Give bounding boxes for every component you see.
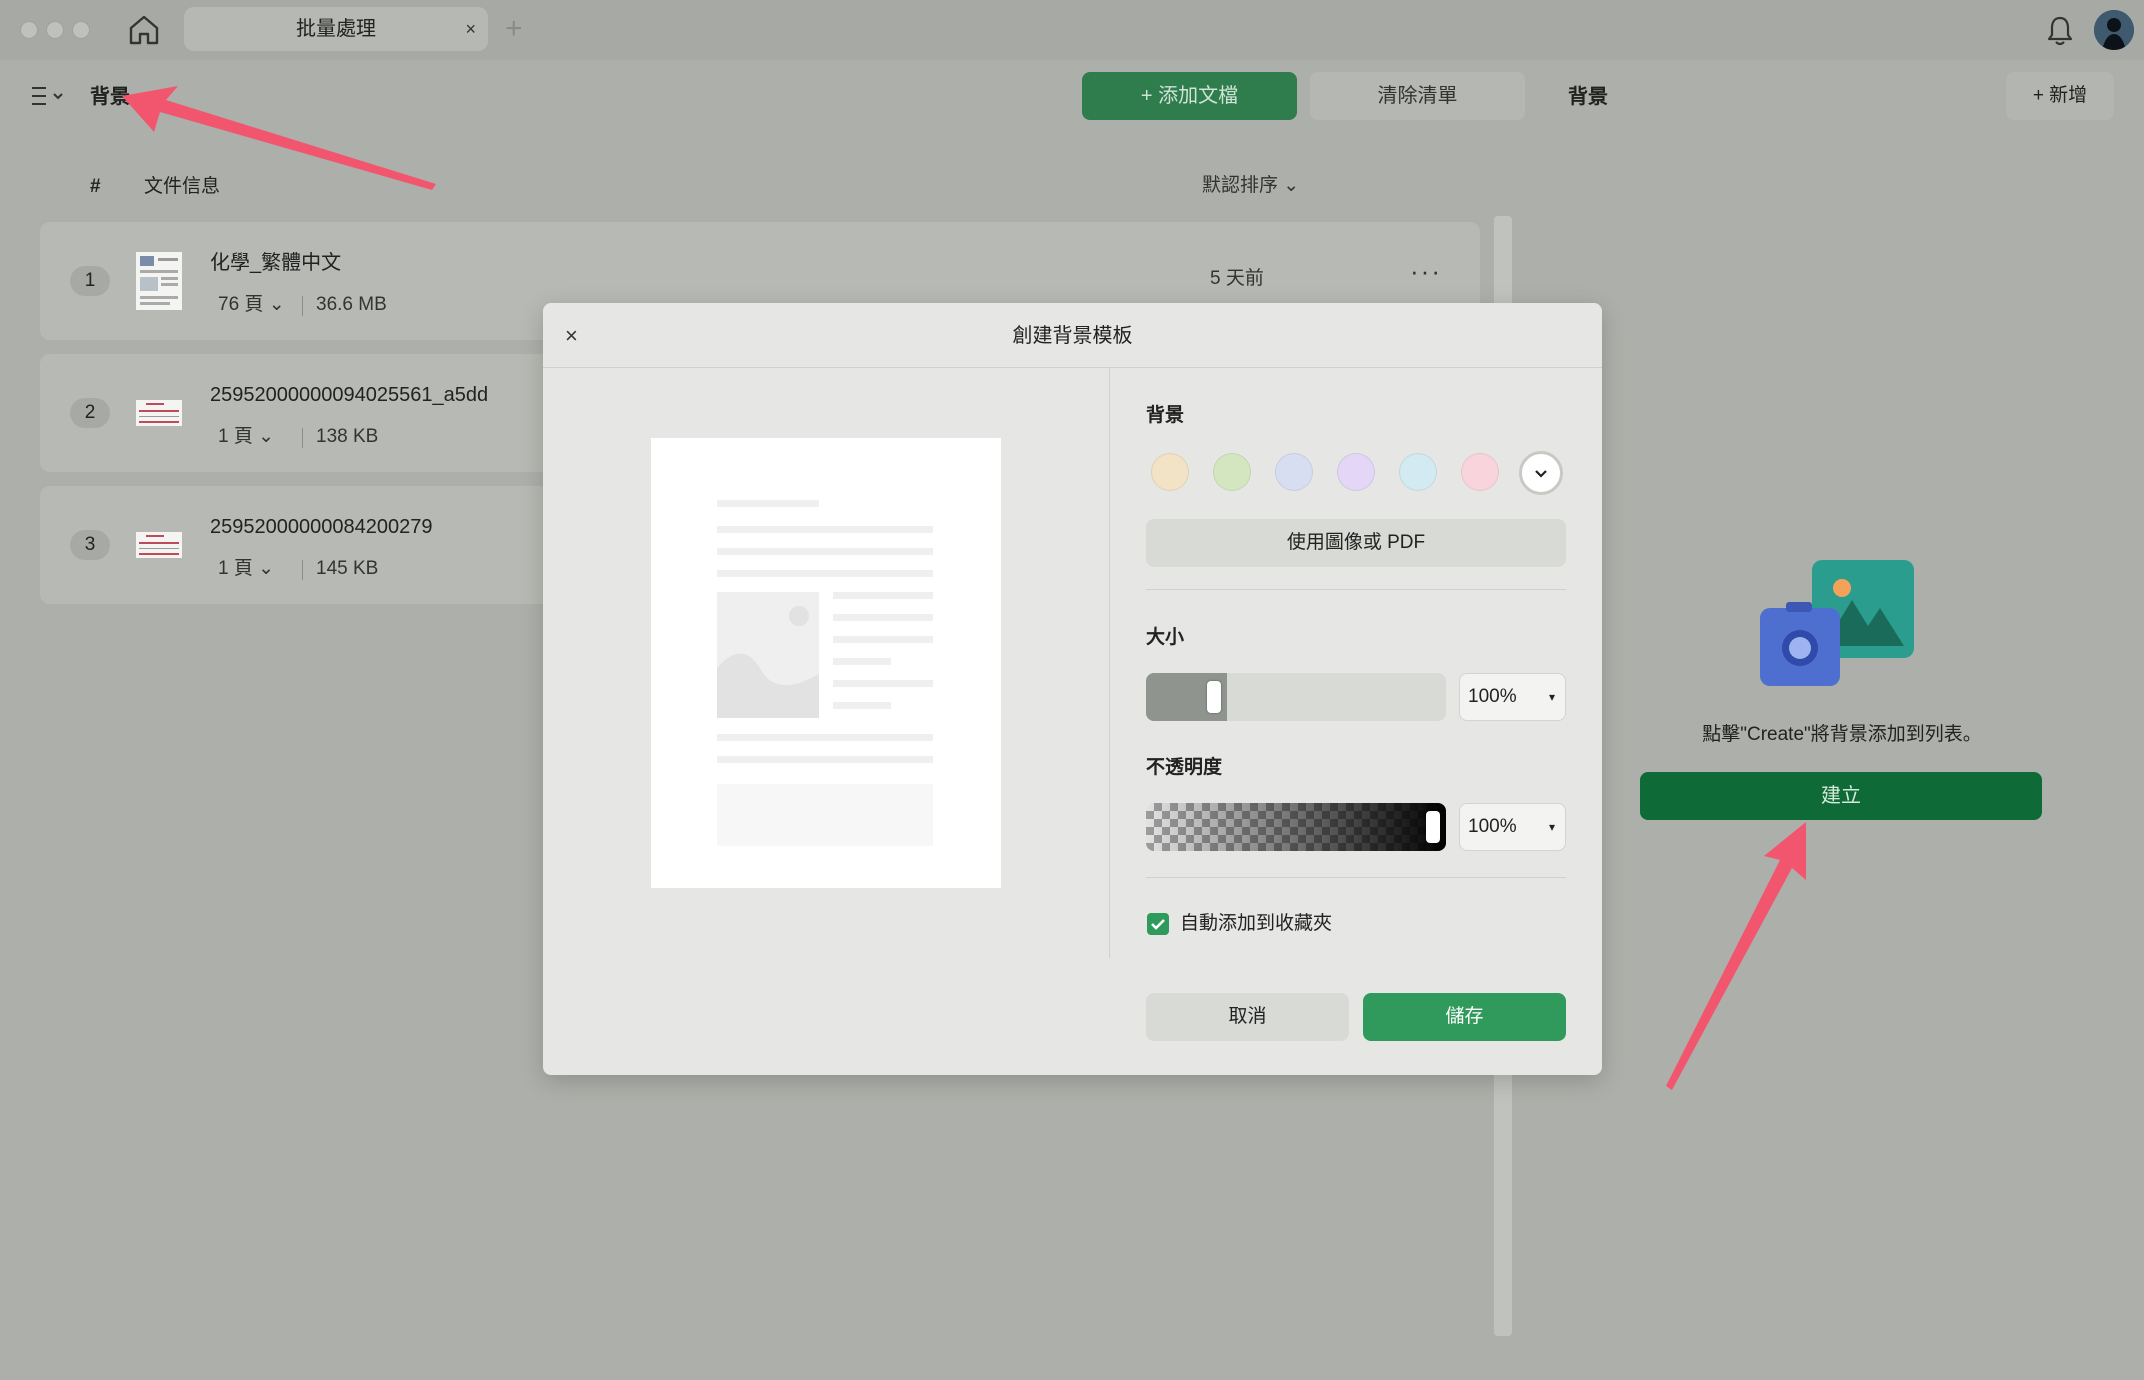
use-image-or-pdf-button[interactable]: 使用圖像或 PDF [1146,519,1566,567]
tab-close-icon[interactable]: × [465,7,476,51]
file-size: 36.6 MB [316,294,387,315]
size-select[interactable]: 100% ▾ [1459,673,1566,721]
opacity-slider-thumb[interactable] [1426,811,1440,843]
create-hint-text: 點擊"Create"將背景添加到列表。 [1702,724,1982,745]
size-slider[interactable] [1146,673,1446,721]
caret-down-icon: ▾ [1548,690,1555,704]
file-thumbnail [136,400,182,426]
opacity-slider[interactable] [1146,803,1446,851]
dialog-title: 創建背景模板 [1012,325,1133,347]
row-number: 2 [70,398,110,428]
tab-batch[interactable]: 批量處理 × [184,7,488,51]
page-count-dropdown[interactable]: 1 頁 ⌄ [218,424,274,450]
sort-dropdown[interactable]: 默認排序 ⌄ [1202,173,1299,199]
divider [302,560,303,580]
opacity-select[interactable]: 100% ▾ [1459,803,1566,851]
add-file-button[interactable]: + 添加文檔 [1082,72,1297,120]
opacity-value: 100% [1468,816,1517,837]
swatch-cyan[interactable] [1399,453,1437,491]
menu-icon[interactable] [30,84,70,108]
create-button[interactable]: 建立 [1640,772,2042,820]
file-time: 5 天前 [1210,268,1264,289]
page-count-dropdown[interactable]: 76 頁 ⌄ [218,292,285,318]
file-name: 化學_繁體中文 [210,252,342,274]
more-colors-button[interactable] [1519,451,1563,495]
row-number: 1 [70,266,110,296]
caret-down-icon: ▾ [1548,820,1555,834]
avatar[interactable] [2094,10,2134,50]
background-section-label: 背景 [1146,405,1185,426]
size-slider-thumb[interactable] [1206,681,1221,713]
file-size: 145 KB [316,558,379,579]
cancel-button[interactable]: 取消 [1146,993,1349,1041]
image-camera-illustration-icon [1760,560,1914,686]
size-label: 大小 [1146,627,1185,648]
tab-label: 批量處理 [296,18,376,40]
swatch-pink[interactable] [1461,453,1499,491]
panel-title: 背景 [90,86,130,108]
divider [302,428,303,448]
divider [1146,877,1566,878]
size-value: 100% [1468,686,1517,707]
divider [543,367,1602,368]
file-thumbnail [136,532,182,558]
auto-add-checkbox[interactable] [1147,913,1169,935]
create-background-dialog: 創建背景模板 × 背景 使用圖像或 PDF 大小 100% ▾ 不透明度 100… [543,303,1602,1075]
divider [1146,589,1566,590]
bell-icon[interactable] [2044,14,2076,48]
chevron-down-icon [1535,470,1547,478]
window-zoom-button[interactable] [72,21,90,39]
file-name: 25952000000094025561_a5dd [210,384,489,406]
auto-add-label: 自動添加到收藏夾 [1180,913,1333,934]
divider [302,296,303,316]
background-preview [651,438,1001,888]
more-options-icon[interactable]: ··· [1410,258,1442,284]
swatch-beige[interactable] [1151,453,1189,491]
document-placeholder-icon [717,500,933,846]
window-close-button[interactable] [20,21,38,39]
file-size: 138 KB [316,426,379,447]
column-header-file-info: 文件信息 [144,176,221,197]
background-panel [1544,60,2140,1375]
file-thumbnail [136,252,182,310]
dialog-close-icon[interactable]: × [565,321,578,351]
home-icon[interactable] [127,14,161,46]
background-panel-title: 背景 [1568,86,1608,108]
save-button[interactable]: 儲存 [1363,993,1566,1041]
new-tab-button[interactable]: + [505,10,523,48]
column-header-number: # [90,176,101,197]
swatch-blue[interactable] [1275,453,1313,491]
divider [1109,368,1110,958]
opacity-label: 不透明度 [1146,757,1223,778]
clear-list-button[interactable]: 清除清單 [1310,72,1525,120]
checkmark-icon [1151,919,1165,930]
file-name: 25952000000084200279 [210,516,433,538]
page-count-dropdown[interactable]: 1 頁 ⌄ [218,556,274,582]
row-number: 3 [70,530,110,560]
window-minimize-button[interactable] [46,21,64,39]
swatch-purple[interactable] [1337,453,1375,491]
new-background-button[interactable]: + 新增 [2006,72,2114,120]
swatch-green[interactable] [1213,453,1251,491]
